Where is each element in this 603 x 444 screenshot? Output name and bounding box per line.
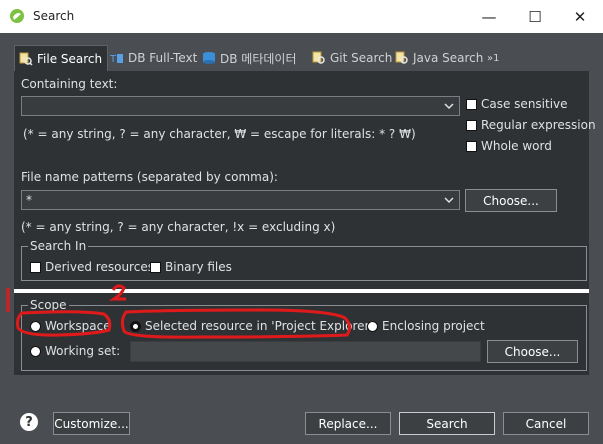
checkbox-box[interactable] — [466, 119, 477, 131]
customize-button[interactable]: Customize... — [53, 412, 130, 435]
app-icon — [10, 9, 24, 23]
radio-button[interactable] — [367, 320, 378, 332]
tab-label: Git Search — [330, 51, 393, 65]
whole-word-checkbox[interactable]: Whole word — [466, 139, 552, 153]
containing-text-combo[interactable] — [21, 96, 460, 116]
tab-label: DB 메타데이터 — [220, 51, 297, 66]
window-title: Search — [33, 9, 75, 23]
cancel-button[interactable]: Cancel — [503, 412, 589, 435]
tab-git-search[interactable]: Git Search — [312, 45, 392, 71]
checkbox-box[interactable] — [466, 140, 477, 152]
annotation-circle — [120, 308, 352, 339]
checkbox-label: Case sensitive — [481, 97, 568, 111]
case-sensitive-checkbox[interactable]: Case sensitive — [466, 97, 568, 111]
tab-label: DB Full-Text — [128, 51, 198, 65]
svg-text:T: T — [110, 54, 117, 65]
radio-label: Enclosing project — [382, 319, 485, 333]
db-metadata-icon — [203, 52, 215, 64]
close-button[interactable]: ✕ — [557, 0, 603, 33]
file-patterns-choose-button[interactable]: Choose... — [465, 189, 557, 212]
annotation-circle — [16, 310, 112, 337]
maximize-button[interactable]: ☐ — [512, 0, 558, 33]
tab-java-search[interactable]: Java Search — [395, 45, 483, 71]
derived-resources-checkbox[interactable]: Derived resources — [30, 260, 154, 274]
tab-label: File Search — [37, 52, 103, 66]
db-fulltext-icon: T — [110, 54, 123, 65]
title-bar: Search — ☐ ✕ — [0, 0, 603, 33]
file-patterns-combo[interactable]: * — [21, 190, 460, 210]
checkbox-box[interactable] — [150, 261, 161, 273]
file-patterns-hint: (* = any string, ? = any character, !x =… — [21, 220, 336, 234]
checkbox-label: Derived resources — [45, 260, 154, 274]
containing-text-hint: (* = any string, ? = any character, ₩ = … — [23, 127, 416, 141]
annotation-mark — [108, 284, 126, 301]
binary-files-checkbox[interactable]: Binary files — [150, 260, 232, 274]
checkbox-label: Binary files — [165, 260, 232, 274]
containing-text-label: Containing text: — [21, 77, 118, 91]
checkbox-box[interactable] — [30, 261, 41, 273]
checkbox-box[interactable] — [466, 98, 477, 110]
regular-expression-checkbox[interactable]: Regular expression — [466, 118, 596, 132]
annotation-overlay: 12 — [6, 284, 352, 339]
java-search-icon — [395, 51, 408, 64]
tab-file-search[interactable]: File Search — [14, 45, 108, 72]
search-button[interactable]: Search — [399, 412, 495, 435]
tab-db-full-text[interactable]: T DB Full-Text — [110, 45, 197, 71]
working-set-radio[interactable]: Working set: — [30, 344, 120, 358]
checkbox-label: Whole word — [481, 139, 552, 153]
checkbox-label: Regular expression — [481, 118, 596, 132]
radio-label: Working set: — [45, 344, 121, 358]
search-in-title: Search In — [28, 239, 89, 253]
chevron-down-icon[interactable] — [443, 194, 455, 206]
working-set-choose-button[interactable]: Choose... — [487, 340, 578, 363]
enclosing-project-radio[interactable]: Enclosing project — [367, 319, 485, 333]
tab-strip: File Search T DB Full-Text DB 메타데이터 Git … — [14, 45, 589, 72]
minimize-button[interactable]: — — [466, 0, 512, 33]
git-search-icon — [312, 51, 325, 64]
file-patterns-value: * — [26, 193, 32, 207]
chevron-down-icon[interactable] — [443, 100, 455, 112]
file-patterns-label: File name patterns (separated by comma): — [21, 170, 278, 184]
file-search-icon — [19, 52, 33, 66]
tab-label: Java Search — [413, 51, 484, 65]
replace-button[interactable]: Replace... — [305, 412, 391, 435]
tab-db-metadata[interactable]: DB 메타데이터 — [202, 45, 297, 71]
help-icon[interactable]: ? — [20, 413, 38, 431]
tab-overflow-button[interactable]: »1 — [487, 45, 499, 71]
radio-button[interactable] — [30, 345, 41, 357]
